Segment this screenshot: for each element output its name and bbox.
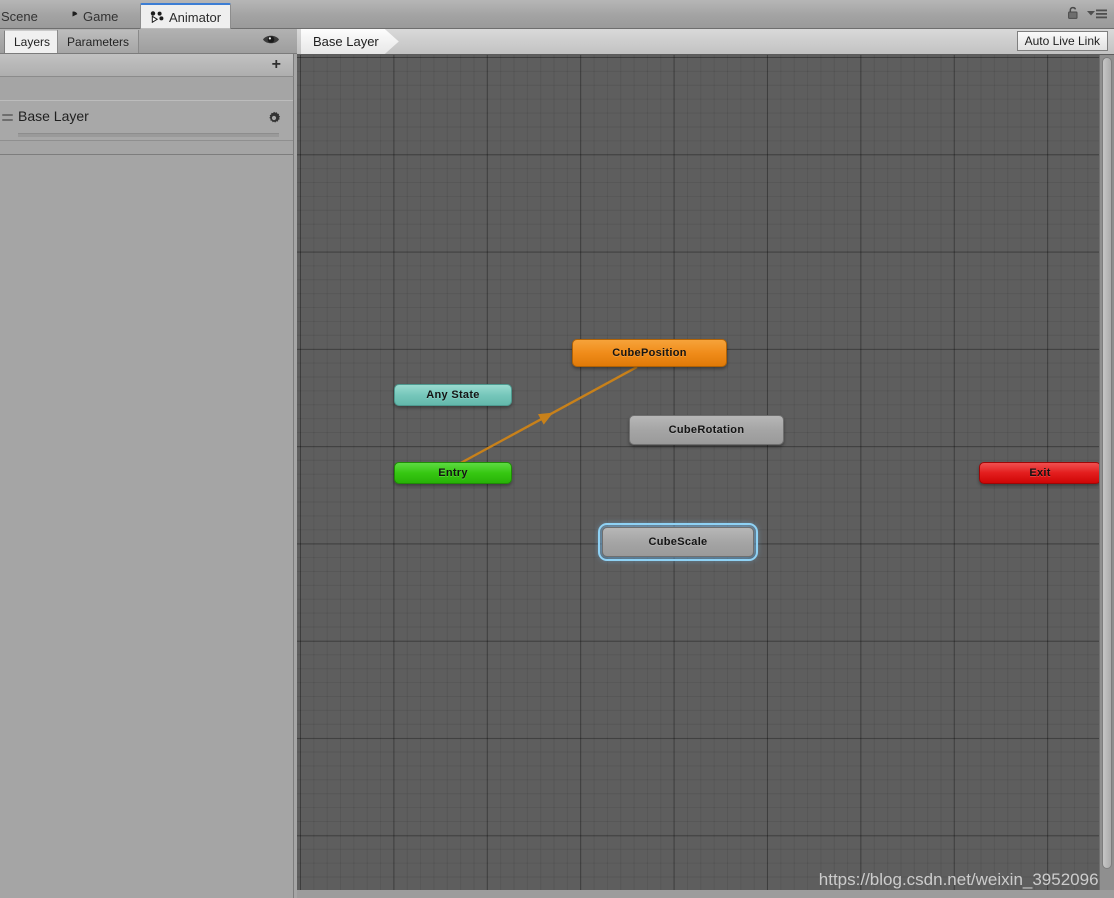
vertical-scrollbar[interactable]	[1099, 55, 1114, 898]
tab-layers-label: Layers	[14, 35, 51, 49]
transition-entry-to-cube-position[interactable]	[456, 365, 638, 467]
tab-parameters[interactable]: Parameters	[57, 30, 140, 53]
tab-layers[interactable]: Layers	[4, 30, 61, 53]
breadcrumb-bar: Base Layer Auto Live Link	[297, 29, 1114, 55]
add-layer-button[interactable]: +	[272, 57, 281, 73]
tab-game-label: Game	[83, 8, 119, 24]
tab-scene-label: Scene	[1, 8, 38, 24]
window-tab-bar: Scene Game Animator	[0, 0, 1114, 29]
state-node-label: Any State	[426, 389, 480, 401]
horizontal-scrollbar[interactable]	[297, 890, 1114, 898]
game-icon	[67, 11, 78, 22]
state-node-label: Entry	[438, 467, 468, 479]
state-machine-canvas[interactable]: CubePosition Any State CubeRotation Entry Ex…	[297, 55, 1114, 898]
state-node-label: CubeScale	[648, 536, 708, 548]
layer-toolbar: +	[0, 54, 294, 77]
list-item[interactable]: Base Layer	[0, 100, 293, 141]
layers-panel-tabbar: Layers Parameters	[0, 29, 297, 54]
layers-panel-empty-area	[0, 155, 294, 898]
hamburger-menu-icon[interactable]	[1086, 7, 1108, 25]
tab-game[interactable]: Game	[58, 3, 127, 29]
window-controls	[1067, 6, 1108, 25]
animator-icon	[150, 11, 164, 24]
auto-live-link-label: Auto Live Link	[1024, 34, 1100, 48]
state-node-label: CubeRotation	[668, 424, 745, 436]
lock-icon[interactable]	[1067, 6, 1079, 25]
breadcrumb[interactable]: Base Layer	[301, 29, 399, 54]
eye-icon[interactable]	[262, 33, 280, 51]
state-node-cube-scale[interactable]: CubeScale	[598, 523, 758, 561]
tab-parameters-label: Parameters	[67, 34, 130, 49]
state-node-cube-rotation[interactable]: CubeRotation	[629, 415, 784, 445]
animator-graph-panel: Base Layer Auto Live Link CubePosition An…	[297, 29, 1114, 898]
layer-list: Base Layer	[0, 77, 294, 155]
state-node-cube-position[interactable]: CubePosition	[572, 339, 727, 367]
auto-live-link-button[interactable]: Auto Live Link	[1016, 31, 1108, 51]
vertical-scrollbar-thumb[interactable]	[1102, 57, 1112, 869]
layer-weight-slider[interactable]	[18, 133, 279, 137]
state-node-entry[interactable]: Entry	[394, 462, 512, 484]
transition-arrowhead-icon	[537, 412, 554, 425]
layer-name-label: Base Layer	[18, 108, 89, 124]
tab-scene[interactable]: Scene	[0, 3, 47, 29]
state-node-any-state[interactable]: Any State	[394, 384, 512, 406]
state-node-exit[interactable]: Exit	[979, 462, 1101, 484]
drag-handle-icon[interactable]	[2, 114, 13, 124]
breadcrumb-label: Base Layer	[313, 34, 379, 49]
watermark-text: https://blog.csdn.net/weixin_39520967	[818, 870, 1108, 889]
animator-window: Scene Game Animator Layers Parameters + …	[0, 0, 1114, 898]
state-node-label: CubePosition	[612, 347, 687, 359]
tab-animator-label: Animator	[169, 9, 222, 25]
gear-icon[interactable]	[267, 111, 281, 130]
tab-animator[interactable]: Animator	[140, 3, 232, 29]
layers-panel: Layers Parameters + Base Layer	[0, 29, 297, 898]
state-node-label: Exit	[1029, 467, 1051, 479]
